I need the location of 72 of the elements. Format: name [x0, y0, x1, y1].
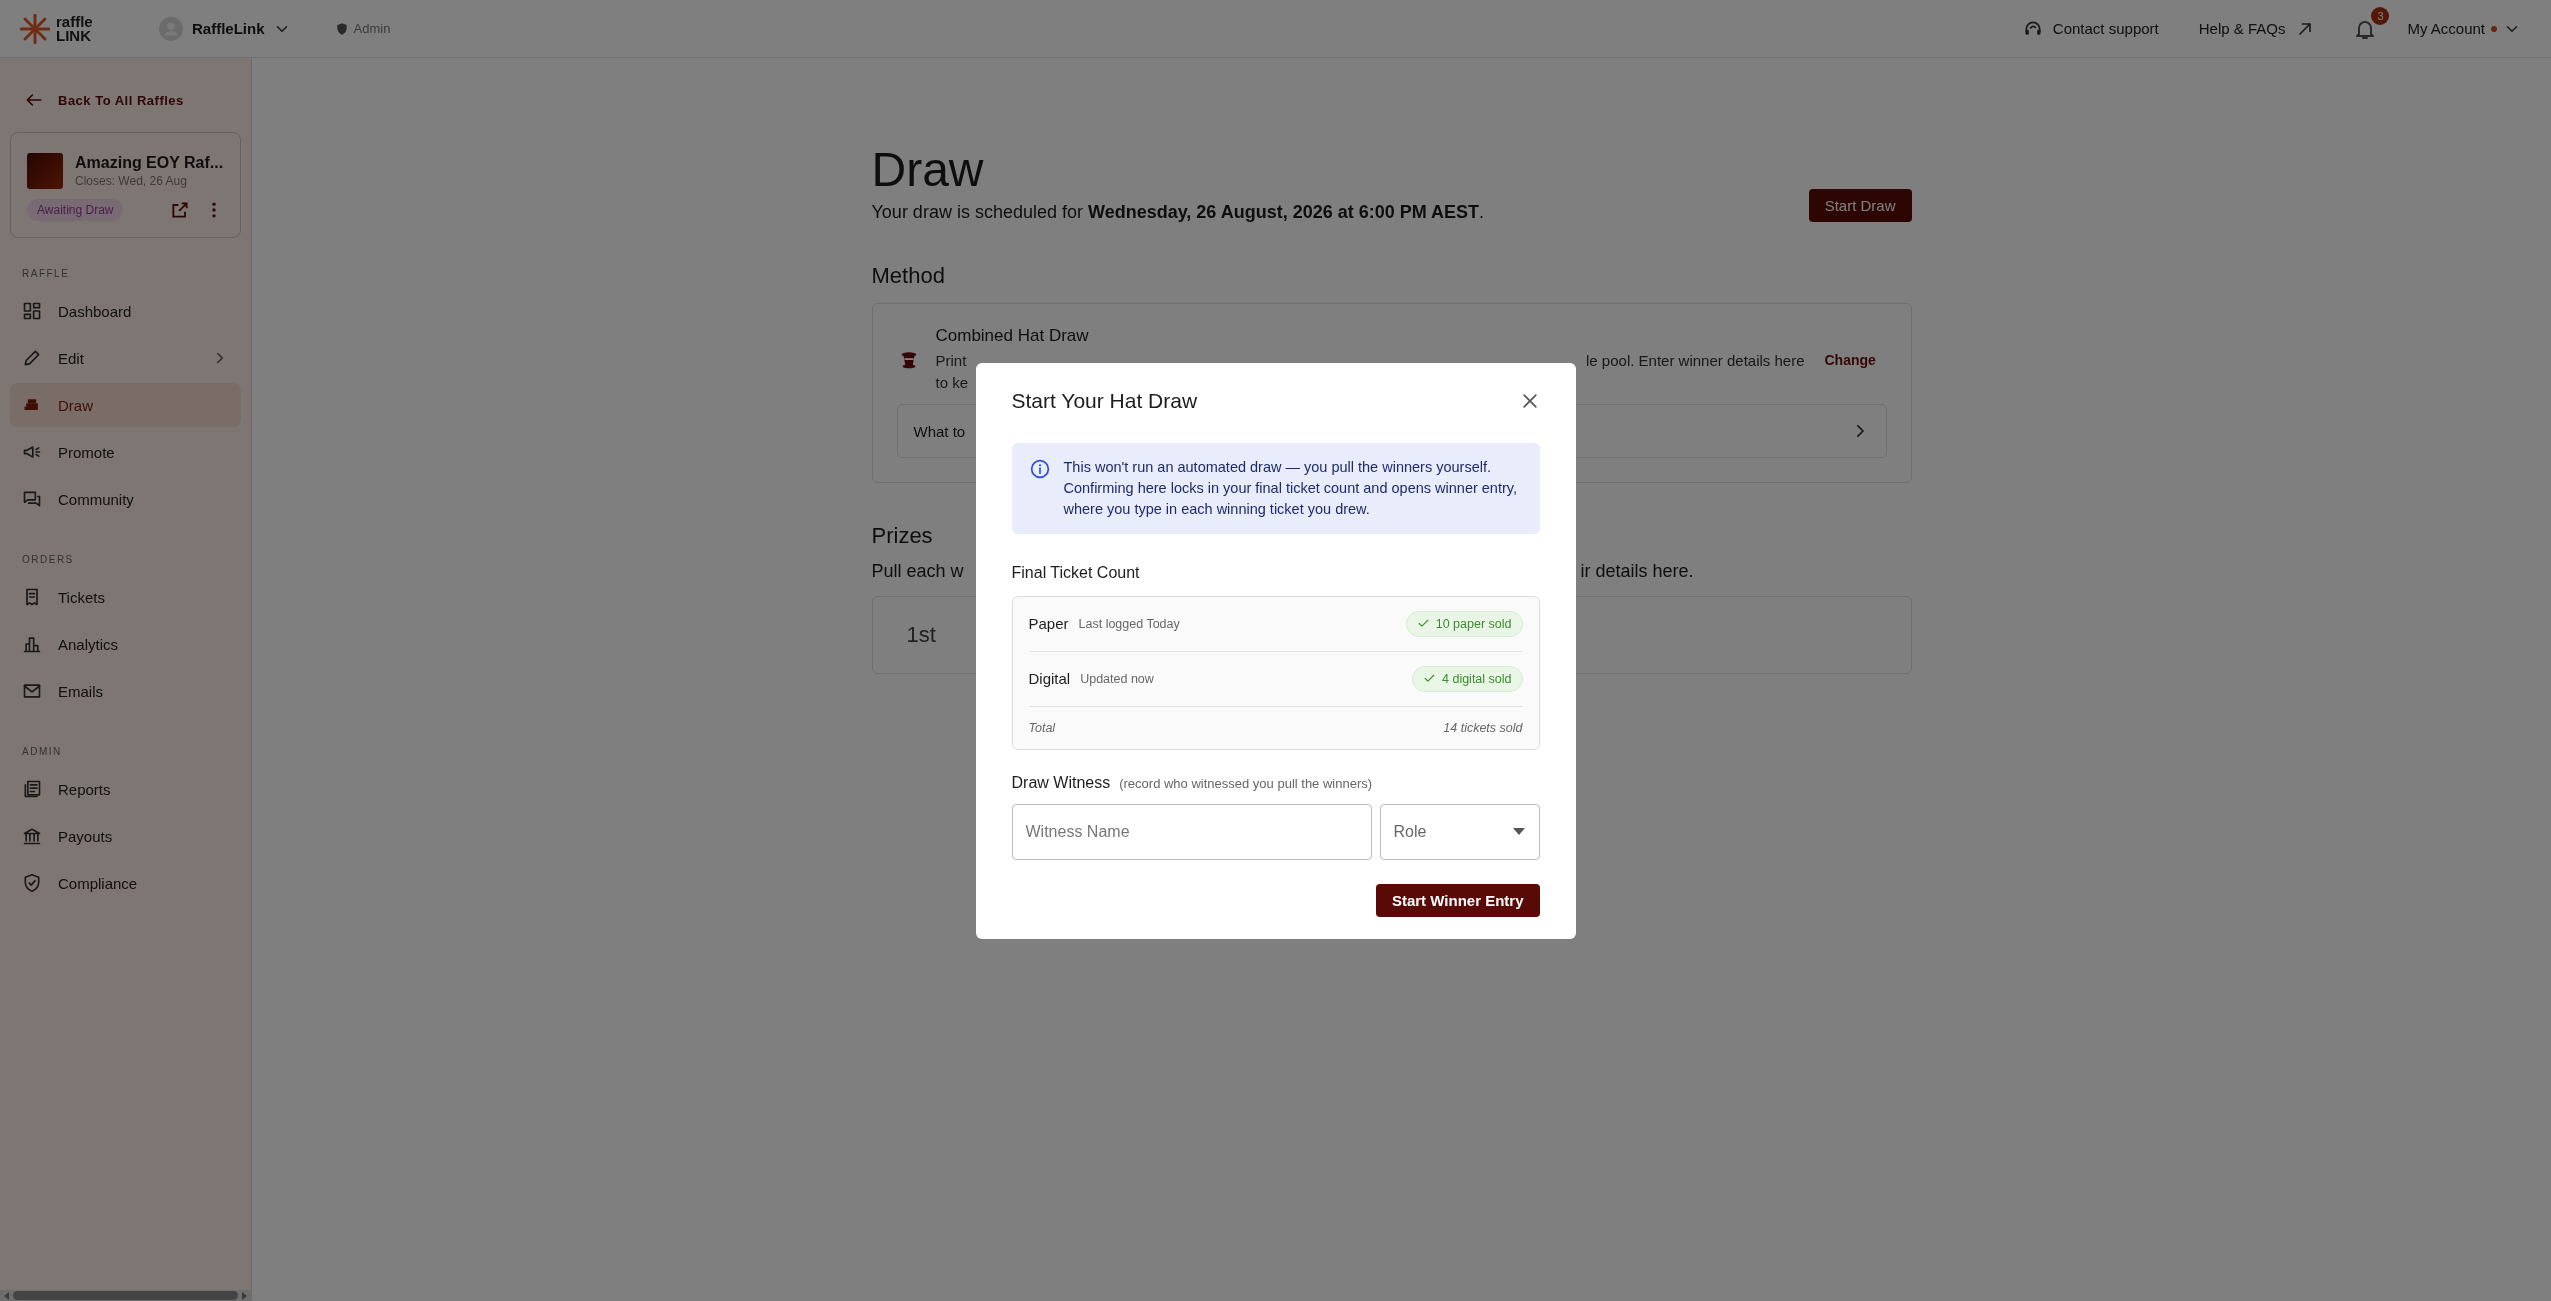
description-text: le pool. Enter winner details here [1586, 351, 1805, 371]
check-icon [1416, 617, 1430, 630]
nav-item[interactable]: Community [10, 477, 241, 521]
method-name: Combined Hat Draw [935, 326, 1090, 346]
section-heading: Final Ticket Count [1011, 563, 1141, 582]
intro-text: Pull each w [871, 561, 964, 582]
section-heading: Method [871, 263, 945, 289]
dropdown-caret-icon [1512, 828, 1525, 835]
section-label: ADMIN [22, 746, 63, 757]
shield-check-icon [22, 873, 42, 893]
channel-note: Last logged Today [1078, 616, 1180, 631]
total-label: Total [1028, 720, 1056, 735]
start-draw-button[interactable]: Start Draw [1808, 189, 1912, 222]
nav-item[interactable]: Compliance [10, 861, 241, 905]
section-label: ORDERS [22, 554, 75, 565]
start-winner-entry-button[interactable]: Start Winner Entry [1375, 883, 1540, 917]
nav-item[interactable]: Payouts [10, 814, 241, 858]
status-badge: Awaiting Draw [27, 199, 124, 221]
role-label: Admin [353, 21, 391, 36]
raffle-thumbnail [27, 153, 63, 189]
nav-item[interactable]: Reports [10, 767, 241, 811]
page-title: Draw [871, 142, 985, 198]
change-link[interactable]: Change [1824, 352, 1887, 368]
raffle-closing-date: Closes: Wed, 26 Aug [75, 174, 188, 188]
role-dropdown[interactable]: Role [1379, 803, 1540, 860]
nav-item[interactable]: Draw [10, 383, 241, 427]
hint-text: (record who witnessed you pull the winners) [1119, 775, 1373, 791]
check-icon [1423, 672, 1436, 685]
total-value: 14 tickets sold [1443, 720, 1523, 735]
dialog-title: Start Your Hat Draw [1011, 388, 1198, 413]
grid-icon [22, 301, 42, 321]
info-text: This won't run an automated draw — you pull the winners yourself. Confirming here locks in your final ticket count and opens winner entry, where you type in each winning ticket you drew. [1063, 457, 1518, 519]
channel-label: Digital [1028, 670, 1071, 687]
sold-count-badge: 10 paper sold [1405, 610, 1523, 637]
info-icon [1029, 458, 1050, 479]
section-heading: Draw Witness [1011, 773, 1111, 792]
chat-icon [22, 489, 42, 509]
raffle-title: Amazing EOY Raf... [75, 154, 224, 172]
bank-icon [22, 826, 42, 846]
bar-chart-icon [22, 634, 42, 654]
scrollbar[interactable] [0, 1290, 251, 1301]
nav-item[interactable]: Edit [10, 336, 241, 380]
nav-item[interactable]: Dashboard [10, 289, 241, 333]
section-heading: Prizes [871, 523, 933, 549]
contact-support-link[interactable]: Contact support [2052, 20, 2159, 37]
asterisk-logo-icon [20, 13, 50, 44]
channel-note: Updated now [1080, 671, 1154, 686]
notification-count: 3 [2371, 6, 2390, 25]
nav-item[interactable]: Promote [10, 430, 241, 474]
account-menu[interactable]: My Account [2407, 20, 2485, 37]
nav-item[interactable]: Analytics [10, 622, 241, 666]
sold-count-badge: 4 digital sold [1412, 665, 1523, 692]
back-link[interactable]: Back To All Raffles [58, 92, 184, 108]
org-name[interactable]: RaffleLink [192, 20, 265, 37]
chevron-right-icon [1856, 425, 1864, 437]
description-text: to ke [935, 373, 969, 393]
prize-rank: 1st [906, 622, 936, 648]
envelope-icon [22, 681, 42, 701]
document-icon [22, 779, 42, 799]
nav-item[interactable]: Emails [10, 669, 241, 713]
description-text: Print [935, 351, 967, 371]
help-link[interactable]: Help & FAQs [2198, 20, 2286, 37]
nav-item[interactable]: Tickets [10, 575, 241, 619]
section-label: RAFFLE [22, 268, 71, 279]
channel-label: Paper [1028, 615, 1069, 632]
open-external-icon[interactable] [170, 200, 190, 220]
pencil-icon [22, 348, 42, 368]
schedule-text: Your draw is scheduled for Wednesday, 26 August, 2026 at 6:00 PM AEST. [871, 201, 1485, 223]
shield-icon [334, 21, 349, 36]
logo-text: raffle LINK [56, 14, 93, 43]
witness-name-field[interactable]: Witness Name [1011, 803, 1372, 860]
intro-text: ir details here. [1580, 561, 1694, 582]
